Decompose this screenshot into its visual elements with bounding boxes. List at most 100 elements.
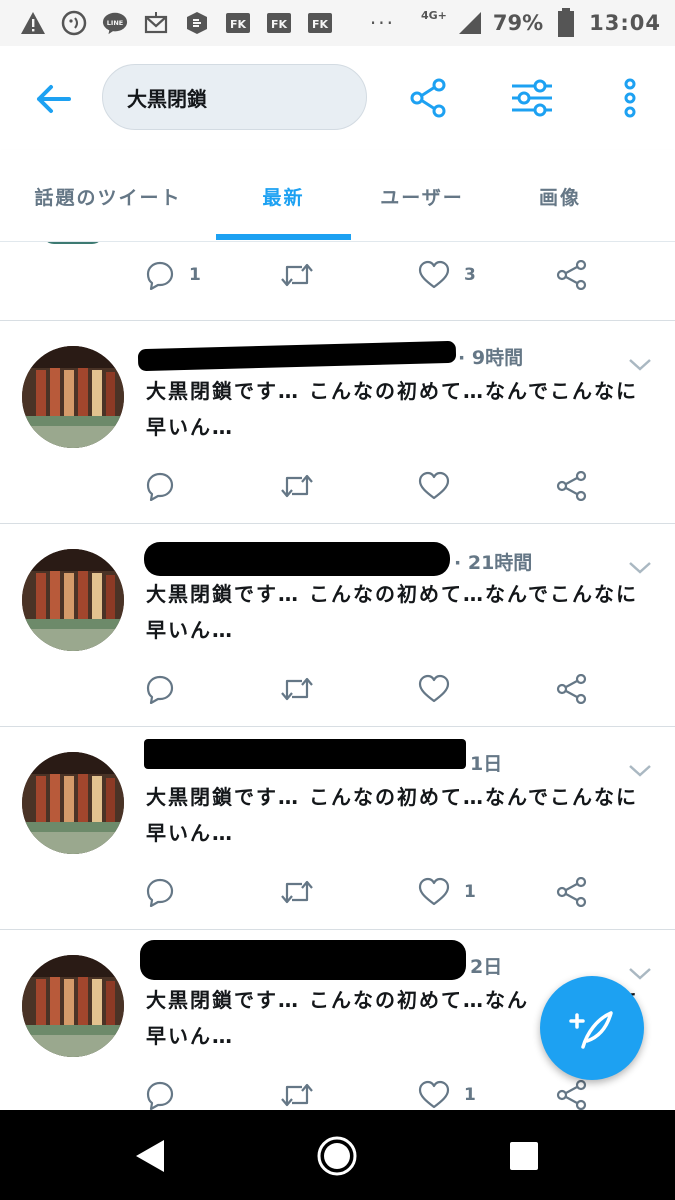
- sliders-icon: [512, 79, 552, 117]
- share-tweet-button[interactable]: [556, 252, 588, 298]
- share-tweet-button[interactable]: [556, 869, 588, 915]
- retweet-button[interactable]: [280, 869, 314, 915]
- tweet-text: 大黒閉鎖です… こんなの初めて…なんでこんなに 早いん…: [146, 379, 638, 439]
- retweet-icon: [281, 263, 313, 287]
- reply-icon: [146, 878, 174, 907]
- fk-icon: FK: [225, 10, 251, 36]
- like-button[interactable]: [418, 463, 464, 509]
- network-type: 4G+: [420, 8, 447, 22]
- avatar[interactable]: [22, 346, 124, 448]
- avatar[interactable]: [22, 752, 124, 854]
- reply-count: 1: [189, 265, 201, 285]
- share-button[interactable]: [404, 74, 452, 122]
- reply-icon: [146, 675, 174, 704]
- tab-users[interactable]: ユーザー: [360, 150, 484, 242]
- reply-button[interactable]: [145, 463, 189, 509]
- search-tabs: 話題のツイート 最新 ユーザー 画像: [0, 150, 675, 242]
- clock: 13:04: [589, 11, 661, 35]
- tweet-time: 21時間: [467, 552, 533, 574]
- reply-icon: [146, 1081, 174, 1110]
- compose-feather-icon: [569, 1011, 613, 1049]
- svg-text:FK: FK: [312, 18, 329, 31]
- reply-button[interactable]: [145, 869, 189, 915]
- reply-button[interactable]: [145, 666, 189, 712]
- tweet-time: 1日: [470, 753, 503, 775]
- active-tab-indicator: [216, 234, 351, 240]
- tweet-actions: 1: [140, 869, 610, 915]
- square-recents-icon: [510, 1142, 538, 1170]
- tweet-timestamp: 1日: [470, 749, 502, 776]
- tweet-timestamp: 2日: [470, 952, 502, 979]
- redacted-username: [137, 340, 457, 372]
- like-count: 3: [464, 265, 476, 285]
- redacted-username: [140, 940, 466, 980]
- reply-icon: [146, 472, 174, 501]
- svg-text:FK: FK: [230, 18, 247, 31]
- tweet-item[interactable]: 1 3: [0, 242, 675, 321]
- like-button[interactable]: 1: [418, 869, 476, 915]
- tweet-item[interactable]: 1日 大黒閉鎖です… こんなの初めて…なんでこんなに 早いん… 1: [0, 727, 675, 930]
- back-nav-button[interactable]: [126, 1132, 174, 1180]
- heart-icon: [418, 471, 450, 500]
- recent-apps-nav-button[interactable]: [500, 1132, 548, 1180]
- reply-button[interactable]: 1: [145, 252, 201, 298]
- status-bar: LINE FK FK FK ··· 4G+ 79% 13:04: [0, 0, 675, 46]
- retweet-button[interactable]: [280, 666, 314, 712]
- like-button[interactable]: 3: [418, 252, 476, 298]
- chevron-down-icon[interactable]: [627, 557, 653, 577]
- tweet-item[interactable]: · 9時間 大黒閉鎖です… こんなの初めて…なんでこんなに 早いん…: [0, 321, 675, 524]
- chevron-down-icon[interactable]: [627, 963, 653, 983]
- filter-button[interactable]: [508, 74, 556, 122]
- tab-top-tweets[interactable]: 話題のツイート: [10, 150, 206, 242]
- like-button[interactable]: [418, 666, 464, 712]
- chevron-down-icon[interactable]: [627, 354, 653, 374]
- more-notifications-icon: ···: [369, 11, 395, 35]
- tab-latest[interactable]: 最新: [216, 150, 351, 242]
- avatar-image: [22, 549, 124, 651]
- chevron-down-icon[interactable]: [627, 760, 653, 780]
- search-query: 大黒閉鎖: [127, 86, 207, 111]
- retweet-button[interactable]: [280, 252, 314, 298]
- retweet-button[interactable]: [280, 1072, 314, 1110]
- svg-text:FK: FK: [271, 18, 288, 31]
- back-button[interactable]: [30, 76, 76, 122]
- compose-tweet-button[interactable]: [540, 976, 644, 1080]
- avatar[interactable]: [42, 242, 104, 244]
- redacted-username: [144, 739, 466, 769]
- avatar-image: [22, 346, 124, 448]
- tweet-timestamp: · 9時間: [458, 347, 524, 369]
- signal-icon: [457, 10, 483, 36]
- battery-icon: [553, 8, 579, 37]
- search-input[interactable]: 大黒閉鎖: [102, 64, 367, 130]
- line-app-icon: LINE: [102, 10, 128, 36]
- share-tweet-button[interactable]: [556, 463, 588, 509]
- heart-icon: [418, 1080, 450, 1109]
- like-button[interactable]: 1: [418, 1072, 476, 1110]
- avatar[interactable]: [22, 955, 124, 1057]
- retweet-icon: [281, 1083, 313, 1107]
- retweet-icon: [281, 677, 313, 701]
- android-nav-bar: [0, 1110, 675, 1200]
- avatar-image: [22, 955, 124, 1057]
- share-icon: [556, 260, 587, 290]
- app-icon: [184, 10, 210, 36]
- share-icon: [556, 471, 587, 501]
- battery-percent: 79%: [492, 11, 544, 35]
- retweet-button[interactable]: [280, 463, 314, 509]
- share-tweet-button[interactable]: [556, 666, 588, 712]
- app-header: 大黒閉鎖: [0, 46, 675, 150]
- tweet-actions: [140, 463, 610, 509]
- share-icon: [556, 877, 587, 907]
- tweet-timestamp: · 21時間: [454, 552, 533, 574]
- like-count: 1: [464, 882, 476, 902]
- tab-images[interactable]: 画像: [500, 150, 620, 242]
- arrow-left-icon: [37, 85, 71, 113]
- home-nav-button[interactable]: [313, 1132, 361, 1180]
- more-options-button[interactable]: [606, 74, 654, 122]
- fk-icon: FK: [307, 10, 333, 36]
- tweet-item[interactable]: · 21時間 大黒閉鎖です… こんなの初めて…なんでこんなに 早いん…: [0, 524, 675, 727]
- avatar[interactable]: [22, 549, 124, 651]
- reply-button[interactable]: [145, 1072, 189, 1110]
- more-vertical-icon: [624, 78, 636, 118]
- mail-icon: [143, 10, 169, 36]
